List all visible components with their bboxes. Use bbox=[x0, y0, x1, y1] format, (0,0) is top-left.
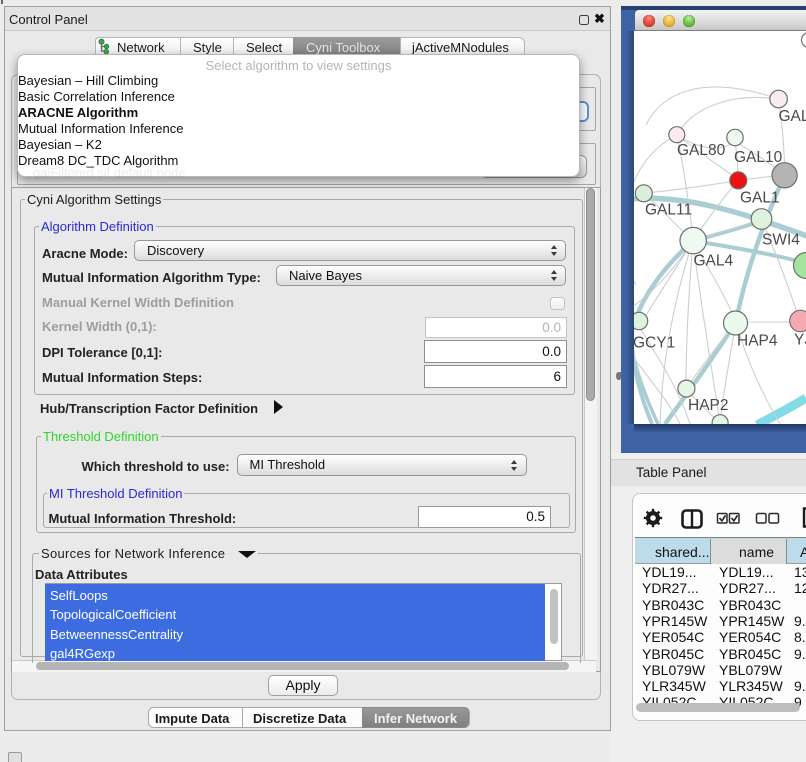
svg-text:HAP4: HAP4 bbox=[737, 333, 778, 350]
svg-text:SWI4: SWI4 bbox=[762, 232, 800, 249]
svg-text:GAL11: GAL11 bbox=[645, 202, 692, 219]
svg-text:GAL10: GAL10 bbox=[734, 149, 783, 166]
svg-text:YJ: YJ bbox=[794, 332, 806, 349]
svg-text:GCY1: GCY1 bbox=[634, 335, 675, 352]
svg-text:GAL1: GAL1 bbox=[740, 190, 780, 207]
svg-text:HAP2: HAP2 bbox=[688, 397, 729, 414]
svg-text:GAL7: GAL7 bbox=[779, 108, 806, 125]
svg-text:GAL4: GAL4 bbox=[694, 253, 734, 270]
svg-text:GAL80: GAL80 bbox=[677, 142, 726, 159]
